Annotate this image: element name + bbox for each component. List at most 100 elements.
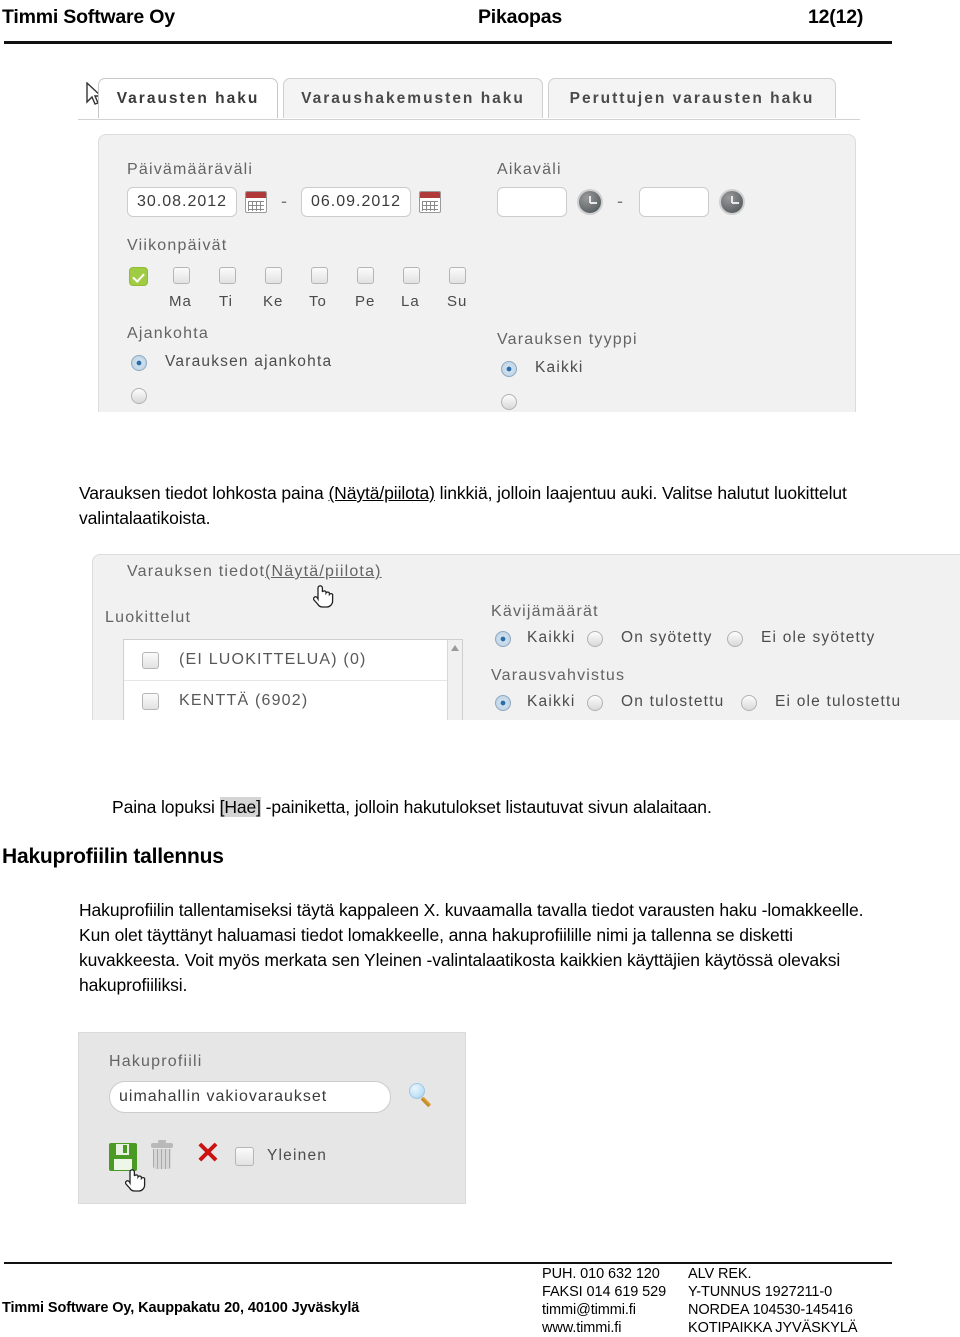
calendar-icon-to[interactable] — [419, 191, 441, 213]
footer-contact-column: PUH. 010 632 120 FAKSI 014 619 529 timmi… — [542, 1265, 666, 1337]
weekday-label-ke: Ke — [263, 293, 284, 310]
screenshot-reservation-details: Varauksen tiedot (Näytä/piilota) Luokitt… — [92, 548, 960, 720]
paragraph-2-button-token: [Hae] — [219, 797, 261, 817]
paragraph-1-link: (Näytä/piilota) — [328, 483, 435, 503]
date-range-label: Päivämääräväli — [127, 161, 254, 178]
header-document-title: Pikaopas — [478, 6, 563, 28]
hand-cursor-icon — [311, 579, 337, 609]
vertical-scrollbar[interactable] — [447, 640, 462, 720]
clock-icon-to[interactable] — [719, 189, 745, 215]
time-to-input[interactable] — [639, 187, 709, 217]
visitor-counts-label-1: On syötetty — [621, 629, 713, 646]
classifications-label: Luokittelut — [105, 609, 192, 626]
weekday-checkbox-la[interactable] — [403, 267, 420, 284]
visitor-counts-label: Kävijämäärät — [491, 603, 599, 620]
screenshot-reservation-search: Varausten haku Varaushakemusten haku Per… — [78, 76, 860, 412]
reservation-type-radio-kaikki[interactable] — [501, 361, 517, 377]
reservation-confirmation-label: Varausvahvistus — [491, 667, 626, 684]
header-company-name: Timmi Software Oy — [2, 6, 175, 28]
weekday-label-ma: Ma — [169, 293, 192, 310]
footer-bank-account: NORDEA 104530-145416 — [688, 1302, 853, 1318]
visitor-counts-label-2: Ei ole syötetty — [761, 629, 876, 646]
weekday-label-su: Su — [447, 293, 468, 310]
footer-divider — [4, 1262, 892, 1264]
list-item[interactable]: (EI LUOKITTELUA) (0) — [124, 640, 462, 681]
footer-company-address: Timmi Software Oy, Kauppakatu 20, 40100 … — [2, 1300, 360, 1316]
weekday-label-la: La — [401, 293, 420, 310]
search-form-panel: Päivämääräväli 30.08.2012 - 06.09.2012 A… — [98, 134, 856, 412]
page-header: Timmi Software Oy Pikaopas 12(12) — [0, 0, 960, 46]
paragraph-profile-instructions: Hakuprofiilin tallentamiseksi täytä kapp… — [79, 900, 864, 995]
weekday-checkbox-su[interactable] — [449, 267, 466, 284]
classification-label-0: (EI LUOKITTELUA) (0) — [179, 651, 367, 668]
timing-radio-varauksen-ajankohta[interactable] — [131, 355, 147, 371]
details-panel: Varauksen tiedot (Näytä/piilota) Luokitt… — [92, 554, 960, 720]
confirmation-label-1: On tulostettu — [621, 693, 725, 710]
footer-vat-registry: ALV REK. — [688, 1266, 752, 1282]
classifications-listbox[interactable]: (EI LUOKITTELUA) (0) KENTTÄ (6902) — [123, 639, 463, 720]
red-x-icon[interactable]: ✕ — [195, 1139, 221, 1169]
reservation-type-radio-second-partial[interactable] — [501, 394, 517, 410]
scroll-up-arrow-icon[interactable] — [451, 645, 459, 651]
paragraph-2-part-a: Paina lopuksi — [112, 797, 220, 817]
classification-label-1: KENTTÄ (6902) — [179, 692, 309, 709]
tab-peruttujen-varausten-haku[interactable]: Peruttujen varausten haku — [548, 78, 836, 118]
clock-icon-from[interactable] — [577, 189, 603, 215]
header-divider — [4, 41, 892, 44]
timing-option-label: Varauksen ajankohta — [165, 353, 333, 370]
paragraph-reservation-details: Varauksen tiedot lohkosta paina (Näytä/p… — [79, 481, 869, 531]
trash-can-icon[interactable] — [151, 1140, 173, 1169]
weekday-checkbox-ke[interactable] — [265, 267, 282, 284]
reservation-type-label: Varauksen tyyppi — [497, 331, 638, 348]
timing-radio-second-partial[interactable] — [131, 388, 147, 404]
header-page-number: 12(12) — [808, 6, 864, 28]
search-profile-panel: Hakuprofiili uimahallin vakiovaraukset ✕… — [78, 1032, 466, 1204]
classification-checkbox-1[interactable] — [142, 692, 159, 710]
list-item[interactable]: KENTTÄ (6902) — [124, 681, 462, 720]
weekday-label-ti: Ti — [219, 293, 233, 310]
weekday-select-all-checkbox[interactable] — [129, 267, 148, 286]
weekday-checkbox-ma[interactable] — [173, 267, 190, 284]
details-title: Varauksen tiedot — [127, 563, 266, 580]
paragraph-1-part-a: Varauksen tiedot lohkosta paina — [79, 483, 329, 503]
magnifier-icon[interactable] — [409, 1083, 432, 1108]
visitor-counts-radio-ei-ole-syotetty[interactable] — [727, 631, 743, 647]
weekdays-label: Viikonpäivät — [127, 237, 228, 254]
public-checkbox-label: Yleinen — [267, 1147, 328, 1164]
search-profile-name-input[interactable]: uimahallin vakiovaraukset — [109, 1081, 391, 1113]
footer-phone: PUH. 010 632 120 — [542, 1266, 660, 1282]
tabstrip: Varausten haku Varaushakemusten haku Per… — [78, 76, 860, 120]
timing-label: Ajankohta — [127, 325, 209, 342]
footer-domicile: KOTIPAIKKA JYVÄSKYLÄ — [688, 1320, 858, 1336]
weekday-checkbox-to[interactable] — [311, 267, 328, 284]
public-checkbox[interactable] — [235, 1147, 254, 1166]
calendar-icon-from[interactable] — [245, 191, 267, 213]
classification-checkbox-0[interactable] — [142, 651, 159, 669]
weekday-checkbox-pe[interactable] — [357, 267, 374, 284]
footer-email: timmi@timmi.fi — [542, 1302, 636, 1318]
footer-website: www.timmi.fi — [542, 1320, 622, 1336]
visitor-counts-radio-kaikki[interactable] — [495, 631, 511, 647]
footer-fax: FAKSI 014 619 529 — [542, 1284, 667, 1300]
date-from-input[interactable]: 30.08.2012 — [127, 187, 237, 217]
confirmation-label-0: Kaikki — [527, 693, 576, 710]
footer-registry-column: ALV REK. Y-TUNNUS 1927211-0 NORDEA 10453… — [688, 1265, 857, 1337]
tab-varausten-haku[interactable]: Varausten haku — [98, 78, 278, 118]
time-range-separator: - — [617, 191, 623, 211]
weekday-checkbox-ti[interactable] — [219, 267, 236, 284]
paragraph-2-part-b: -painiketta, jolloin hakutulokset listau… — [260, 797, 712, 817]
confirmation-radio-on-tulostettu[interactable] — [587, 695, 603, 711]
date-range-separator: - — [281, 191, 287, 211]
weekday-label-to: To — [309, 293, 327, 310]
tabstrip-baseline — [78, 119, 860, 120]
reservation-type-option-label: Kaikki — [535, 359, 584, 376]
confirmation-radio-ei-ole-tulostettu[interactable] — [741, 695, 757, 711]
confirmation-radio-kaikki[interactable] — [495, 695, 511, 711]
date-to-input[interactable]: 06.09.2012 — [301, 187, 411, 217]
tab-varaushakemusten-haku[interactable]: Varaushakemusten haku — [283, 78, 543, 118]
visitor-counts-radio-on-syotetty[interactable] — [587, 631, 603, 647]
paragraph-press-hae: Paina lopuksi [Hae] -painiketta, jolloin… — [112, 795, 902, 820]
time-range-label: Aikaväli — [497, 161, 562, 178]
time-from-input[interactable] — [497, 187, 567, 217]
page-title: Hakuprofiilin tallennus — [2, 845, 224, 868]
